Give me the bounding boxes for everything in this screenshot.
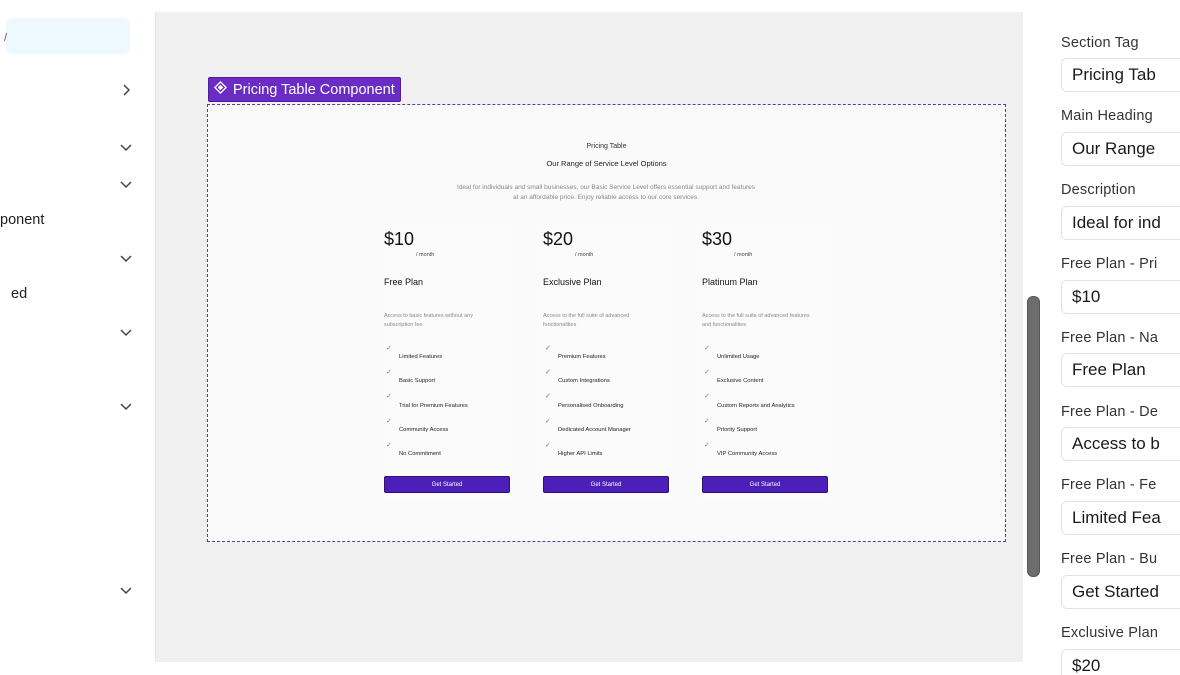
free-plan-price-input[interactable] bbox=[1061, 280, 1180, 314]
editor-canvas[interactable]: Pricing Table Component Pricing Table Ou… bbox=[156, 12, 1023, 662]
sidebar-item-component[interactable]: ponent bbox=[0, 212, 44, 228]
plan-feature: Custom Reports and Analytics bbox=[717, 403, 795, 409]
plan-feature: Priority Support bbox=[717, 427, 757, 433]
plan-feature: Personalised Onboarding bbox=[558, 403, 624, 409]
free-plan-description-input[interactable] bbox=[1061, 427, 1180, 461]
plan-description: Access to the full suite of advanced fun… bbox=[543, 313, 630, 328]
component-label-text: Pricing Table Component bbox=[233, 81, 395, 98]
chevron-down-icon[interactable] bbox=[118, 139, 134, 155]
pricing-table-component[interactable]: Pricing Table Our Range of Service Level… bbox=[207, 104, 1006, 542]
check-icon: ✓ bbox=[386, 393, 392, 400]
prop-label-exclusive-plan: Exclusive Plan bbox=[1061, 625, 1159, 641]
plan-feature: Higher API Limits bbox=[558, 451, 603, 457]
plan-feature: Exclusive Content bbox=[717, 378, 764, 384]
check-icon: ✓ bbox=[704, 393, 710, 400]
check-icon: ✓ bbox=[386, 345, 392, 352]
plan-feature: Community Access bbox=[399, 427, 449, 433]
plan-feature: Custom Integrations bbox=[558, 378, 610, 384]
chevron-down-icon[interactable] bbox=[118, 324, 134, 340]
check-icon: ✓ bbox=[545, 442, 551, 449]
prop-label-free-plan-button: Free Plan - Bu bbox=[1061, 551, 1158, 567]
chevron-right-icon[interactable] bbox=[118, 82, 134, 98]
prop-label-free-plan-price: Free Plan - Pri bbox=[1061, 256, 1158, 272]
plan-period: / month bbox=[575, 252, 594, 258]
check-icon: ✓ bbox=[545, 393, 551, 400]
plan-feature: Premium Features bbox=[558, 354, 606, 360]
section-description: Ideal for individuals and small business… bbox=[457, 184, 755, 201]
plan-period: / month bbox=[416, 252, 435, 258]
plan-description: Access to basic features without any sub… bbox=[384, 313, 473, 328]
sidebar-top-text: / bbox=[4, 32, 8, 44]
section-tag-input[interactable] bbox=[1061, 58, 1180, 92]
properties-panel: Section Tag Main Heading Description Fre… bbox=[1040, 0, 1180, 675]
free-plan-name-input[interactable] bbox=[1061, 353, 1180, 387]
description-input[interactable] bbox=[1061, 206, 1180, 240]
section-tag: Pricing Table bbox=[586, 143, 627, 150]
get-started-button[interactable]: Get Started bbox=[384, 476, 510, 493]
plan-feature: Trial for Premium Features bbox=[399, 403, 468, 409]
check-icon: ✓ bbox=[704, 418, 710, 425]
plan-price: $10 bbox=[384, 229, 415, 249]
check-icon: ✓ bbox=[704, 345, 710, 352]
plan-name: Exclusive Plan bbox=[543, 277, 602, 287]
check-icon: ✓ bbox=[545, 418, 551, 425]
component-label[interactable]: Pricing Table Component bbox=[208, 77, 401, 102]
main-heading-input[interactable] bbox=[1061, 132, 1180, 166]
plan-price: $30 bbox=[702, 229, 733, 249]
check-icon: ✓ bbox=[704, 369, 710, 376]
plan-feature: Unlimited Usage bbox=[717, 354, 760, 360]
pricing-card-exclusive: $20 / month Exclusive Plan Access to the… bbox=[543, 225, 671, 500]
plan-name: Free Plan bbox=[384, 277, 424, 287]
properties-scrollbar[interactable] bbox=[1027, 296, 1040, 577]
check-icon: ✓ bbox=[386, 369, 392, 376]
get-started-button[interactable]: Get Started bbox=[543, 476, 669, 493]
plan-feature: VIP Community Access bbox=[717, 451, 778, 457]
plan-feature: Basic Support bbox=[399, 378, 436, 384]
plan-name: Platinum Plan bbox=[702, 277, 758, 287]
prop-label-free-plan-feature: Free Plan - Fe bbox=[1061, 477, 1157, 493]
component-diamond-icon bbox=[214, 81, 227, 98]
main-heading: Our Range of Service Level Options bbox=[546, 159, 667, 168]
check-icon: ✓ bbox=[545, 345, 551, 352]
check-icon: ✓ bbox=[386, 442, 392, 449]
plan-description: Access to the full suite of advanced fea… bbox=[702, 313, 810, 328]
sidebar-item-ed[interactable]: ed bbox=[11, 286, 27, 302]
prop-label-section-tag: Section Tag bbox=[1061, 35, 1139, 51]
chevron-down-icon[interactable] bbox=[118, 250, 134, 266]
pricing-card-platinum: $30 / month Platinum Plan Access to the … bbox=[702, 225, 830, 500]
chevron-down-icon[interactable] bbox=[118, 176, 134, 192]
prop-label-main-heading: Main Heading bbox=[1061, 108, 1153, 124]
free-plan-button-input[interactable] bbox=[1061, 575, 1180, 609]
prop-label-description: Description bbox=[1061, 182, 1136, 198]
plan-period: / month bbox=[734, 252, 753, 258]
sidebar-selected-item[interactable] bbox=[6, 18, 130, 54]
plan-price: $20 bbox=[543, 229, 574, 249]
chevron-down-icon[interactable] bbox=[118, 582, 134, 598]
check-icon: ✓ bbox=[545, 369, 551, 376]
get-started-button[interactable]: Get Started bbox=[702, 476, 828, 493]
plan-feature: No Commitment bbox=[399, 451, 441, 457]
check-icon: ✓ bbox=[386, 418, 392, 425]
chevron-down-icon[interactable] bbox=[118, 398, 134, 414]
plan-feature: Dedicated Account Manager bbox=[558, 427, 631, 433]
check-icon: ✓ bbox=[704, 442, 710, 449]
left-sidebar: / ponent ed bbox=[0, 0, 155, 675]
exclusive-plan-price-input[interactable] bbox=[1061, 649, 1180, 675]
pricing-card-free: $10 / month Free Plan Access to basic fe… bbox=[384, 225, 512, 500]
free-plan-feature-input[interactable] bbox=[1061, 501, 1180, 535]
prop-label-free-plan-description: Free Plan - De bbox=[1061, 404, 1159, 420]
plan-feature: Limited Features bbox=[399, 354, 443, 360]
prop-label-free-plan-name: Free Plan - Na bbox=[1061, 330, 1159, 346]
